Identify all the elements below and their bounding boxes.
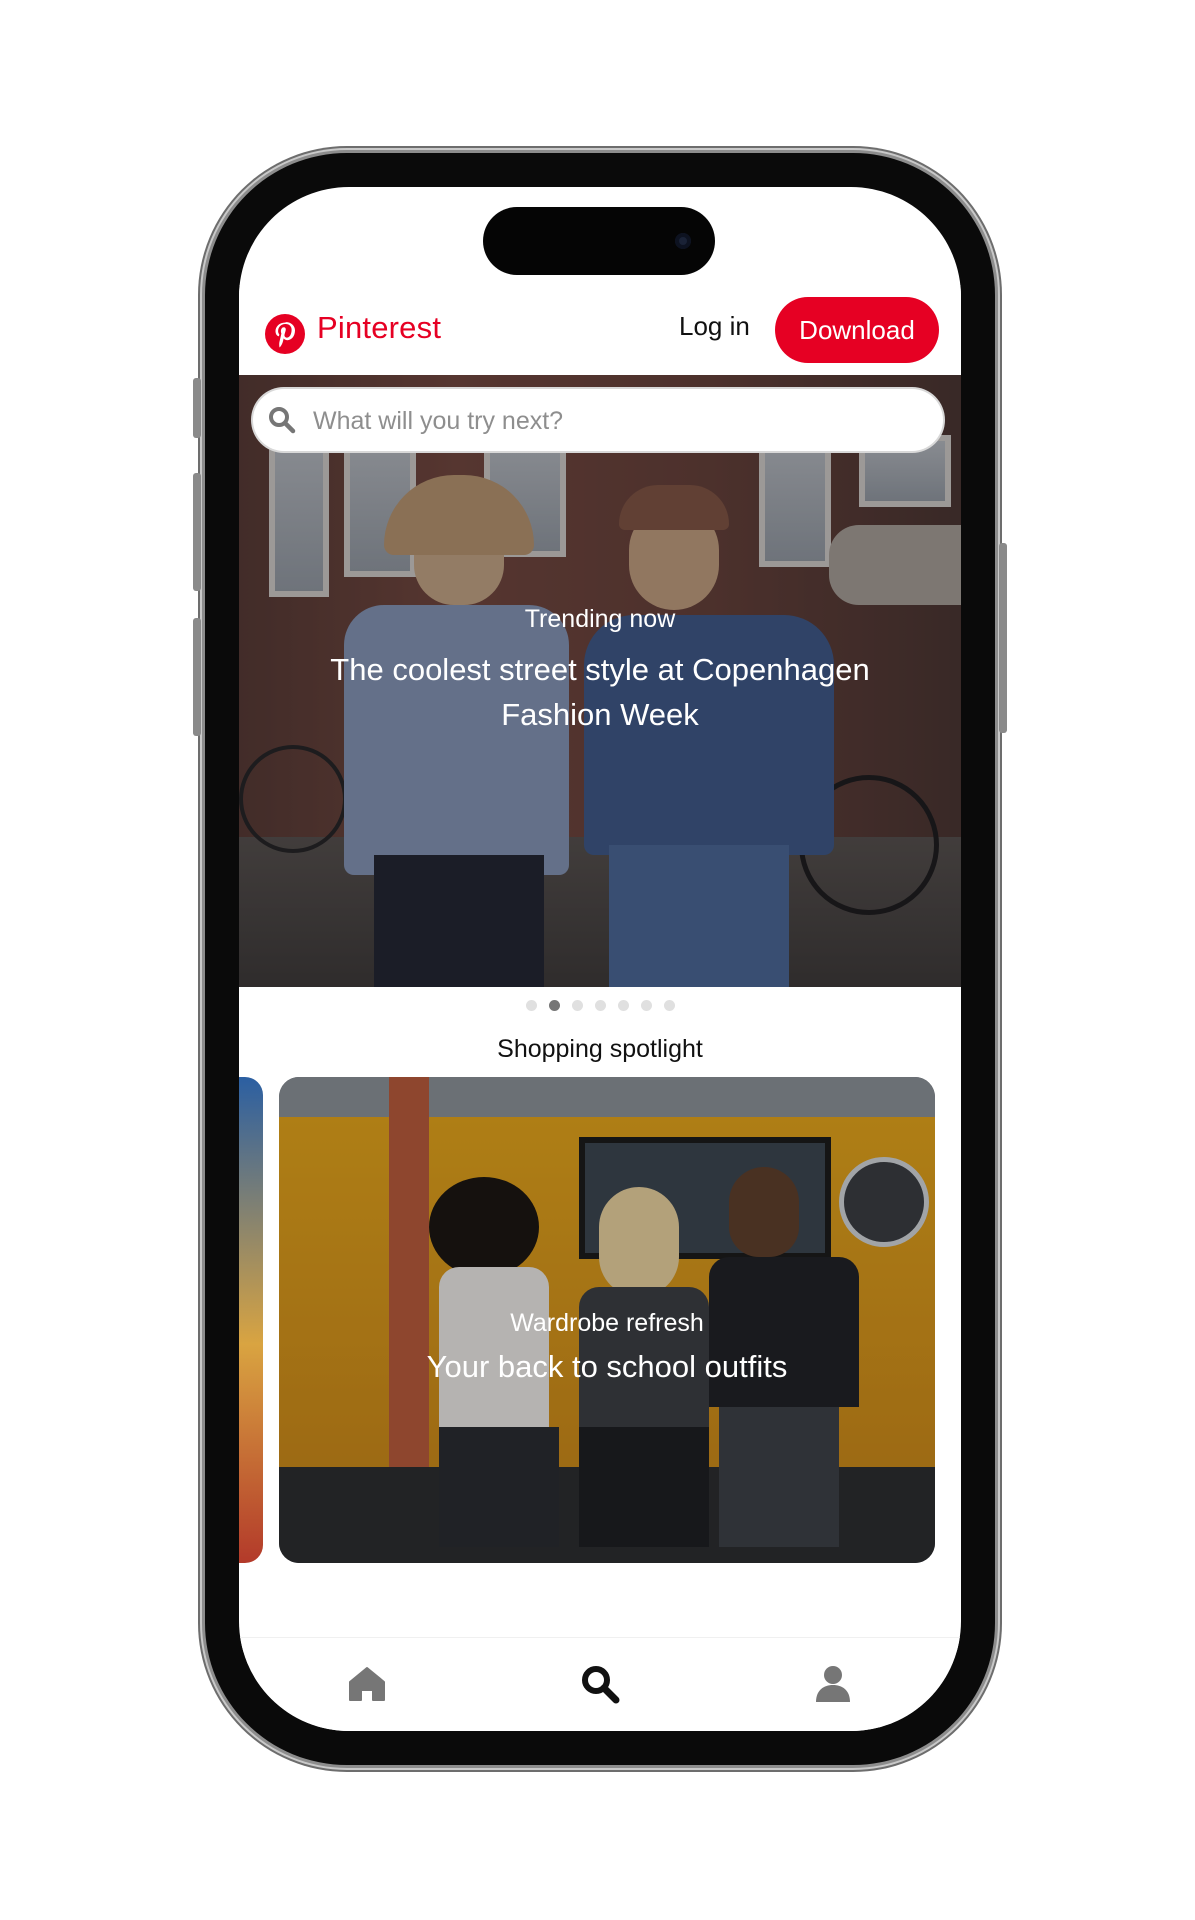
brand-name: Pinterest [317, 310, 442, 345]
login-link[interactable]: Log in [679, 311, 750, 342]
action-button [193, 378, 201, 438]
carousel-dot[interactable] [571, 1000, 583, 1011]
phone-frame: Pinterest Log in Download What will you … [193, 153, 1007, 1765]
front-camera [675, 233, 691, 249]
search-icon [269, 407, 296, 434]
power-button [999, 543, 1007, 733]
carousel-indicator [239, 1000, 961, 1012]
search-input[interactable] [311, 401, 915, 441]
search-icon[interactable] [572, 1656, 628, 1712]
carousel-dot[interactable] [663, 1000, 675, 1011]
home-icon[interactable] [339, 1656, 395, 1712]
previous-spotlight-card[interactable] [239, 1077, 263, 1563]
carousel-dot-active[interactable] [548, 1000, 560, 1011]
carousel-dot[interactable] [525, 1000, 537, 1011]
spotlight-card[interactable]: Wardrobe refresh Your back to school out… [279, 1077, 935, 1563]
phone-screen: Pinterest Log in Download What will you … [239, 187, 961, 1731]
search-bar[interactable] [253, 389, 943, 451]
carousel-dot[interactable] [594, 1000, 606, 1011]
hero-kicker: Trending now [524, 605, 676, 633]
profile-icon[interactable] [805, 1656, 861, 1712]
hero-carousel[interactable]: Trending now The coolest street style at… [239, 375, 961, 987]
pinterest-logo-icon[interactable] [265, 314, 305, 354]
spotlight-kicker: Wardrobe refresh [510, 1309, 704, 1337]
spotlight-title: Your back to school outfits [426, 1349, 788, 1384]
section-title: Shopping spotlight [497, 1035, 703, 1063]
carousel-dot[interactable] [640, 1000, 652, 1011]
app-header: Pinterest Log in Download [239, 285, 961, 381]
bottom-navigation [239, 1637, 961, 1731]
carousel-dot[interactable] [617, 1000, 629, 1011]
volume-down-button [193, 618, 201, 736]
volume-up-button [193, 473, 201, 591]
download-button[interactable]: Download [775, 297, 939, 363]
hero-title[interactable]: The coolest street style at Copenhagen F… [279, 647, 921, 737]
dynamic-island [483, 207, 715, 275]
